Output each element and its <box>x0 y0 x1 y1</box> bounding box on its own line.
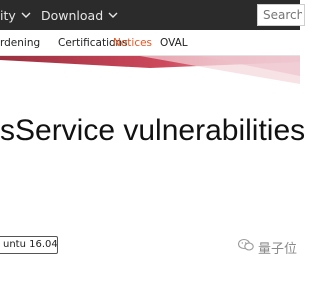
watermark-text: 量子位 <box>258 241 298 257</box>
security-sub-navigation: rdening Certifications Notices OVAL <box>0 30 300 56</box>
chevron-down-icon <box>107 10 119 20</box>
wechat-icon <box>237 238 254 256</box>
nav-item-partial-label: ity <box>0 7 16 23</box>
top-navigation-bar: ity Download <box>0 0 305 30</box>
decorative-banner <box>0 56 300 84</box>
release-tag[interactable]: untu 16.04 LTS <box>0 236 58 254</box>
watermark: 量子位 <box>237 236 298 258</box>
chevron-down-icon <box>20 10 32 20</box>
page-title: sService vulnerabilities <box>0 114 306 147</box>
nav-item-download[interactable]: Download <box>41 0 119 30</box>
banner-graphic <box>0 56 300 84</box>
search-input[interactable] <box>257 4 305 26</box>
nav-item-download-label: Download <box>41 7 104 23</box>
subnav-item-oval[interactable]: OVAL <box>160 30 188 56</box>
nav-item-partial[interactable]: ity <box>0 0 32 30</box>
subnav-item-notices[interactable]: Notices <box>113 30 152 56</box>
subnav-item-hardening[interactable]: rdening <box>0 30 40 56</box>
